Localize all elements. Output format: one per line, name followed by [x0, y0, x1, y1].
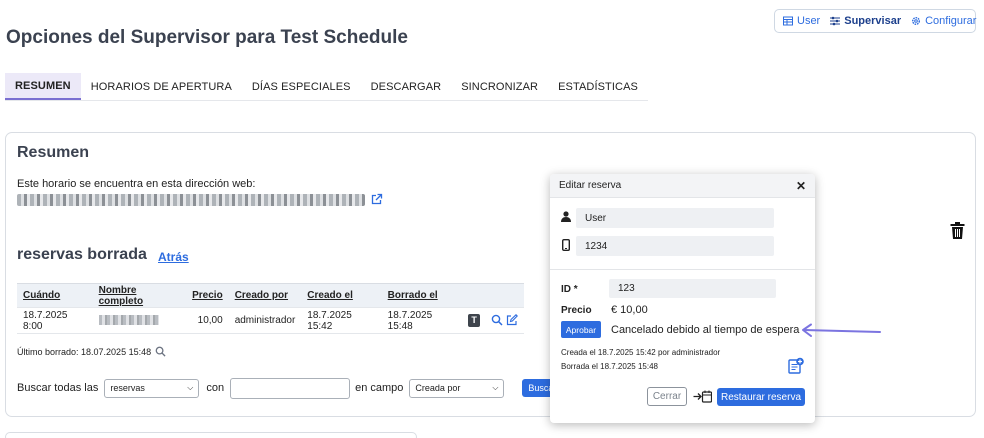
page-title: Opciones del Supervisor para Test Schedu…	[6, 27, 408, 48]
add-note-icon[interactable]	[788, 357, 804, 374]
modal-divider	[550, 269, 815, 270]
cell-price: 10,00	[186, 307, 229, 334]
edit-reservation-modal: Editar reserva ✕ User 1234 ID * 123 Prec…	[550, 174, 815, 423]
blurred-url[interactable]	[17, 194, 365, 206]
last-deleted-label: Último borrado: 18.07.2025 15:48	[17, 346, 152, 357]
nav-item-user[interactable]: User	[783, 15, 820, 27]
approve-button[interactable]: Aprobar	[561, 321, 601, 338]
modal-title: Editar reserva	[559, 180, 622, 191]
table-header-row: Cuándo Nombre completo Precio Creado por…	[17, 283, 524, 308]
search-type-value: reservas	[110, 383, 145, 393]
search-icon[interactable]	[491, 314, 503, 326]
column-header-created-by[interactable]: Creado por	[228, 283, 302, 308]
user-icon	[561, 211, 571, 222]
price-label: Precio	[561, 305, 592, 316]
column-header-full-name[interactable]: Nombre completo	[92, 283, 187, 308]
restore-reservation-button[interactable]: Restaurar reserva	[717, 388, 805, 406]
table-icon	[783, 16, 793, 26]
blurred-name	[98, 315, 159, 326]
column-header-deleted-on[interactable]: Borrado el	[381, 283, 463, 308]
close-icon[interactable]: ✕	[796, 179, 806, 193]
gear-icon	[912, 17, 921, 25]
tab-estadisticas[interactable]: ESTADÍSTICAS	[548, 73, 648, 100]
created-note: Creada el 18.7.2025 15:42 por administra…	[561, 348, 721, 357]
nav-item-label: Configurar	[925, 15, 977, 27]
move-to-calendar-icon[interactable]	[693, 390, 712, 403]
user-field[interactable]: User	[576, 208, 774, 228]
summary-title: Resumen	[17, 144, 90, 161]
id-field[interactable]: 123	[609, 279, 776, 298]
id-label: ID *	[561, 284, 578, 295]
id-value: 123	[618, 283, 635, 294]
search-field-select[interactable]: Creada por ⌵	[409, 378, 505, 398]
trash-icon[interactable]	[950, 222, 965, 239]
nav-item-label: Supervisar	[844, 15, 902, 27]
user-value: User	[585, 212, 607, 224]
sliders-icon	[830, 16, 841, 26]
cell-created-on: 18.7.2025 15:42	[301, 307, 382, 334]
chevron-down-icon: ⌵	[492, 383, 499, 392]
column-header-actions	[462, 283, 524, 308]
search-field-value: Creada por	[415, 383, 461, 393]
search-icon[interactable]	[155, 346, 166, 357]
tab-bar: RESUMEN HORARIOS DE APERTURA DÍAS ESPECI…	[5, 73, 648, 101]
cell-full-name	[92, 307, 187, 334]
deleted-reservations-title: reservas borrada	[17, 246, 147, 263]
search-type-select[interactable]: reservas ⌵	[104, 378, 200, 398]
phone-value: 1234	[585, 240, 608, 252]
tab-sincronizar[interactable]: SINCRONIZAR	[451, 73, 548, 100]
tab-descargar[interactable]: DESCARGAR	[361, 73, 452, 100]
tab-dias-especiales[interactable]: DÍAS ESPECIALES	[242, 73, 361, 100]
price-value: € 10,00	[611, 304, 648, 316]
annotation-arrow-icon	[802, 323, 881, 337]
table-row[interactable]: 18.7.2025 8:00 10,00 administrador 18.7.…	[17, 307, 524, 334]
deleted-reservations-table: Cuándo Nombre completo Precio Creado por…	[17, 283, 524, 334]
nav-item-configurar[interactable]: Configurar	[911, 15, 976, 27]
phone-field[interactable]: 1234	[576, 236, 774, 256]
cell-when: 18.7.2025 8:00	[17, 307, 93, 334]
nav-item-label: User	[797, 15, 821, 27]
phone-icon	[562, 239, 570, 251]
back-link[interactable]: Atrás	[158, 250, 189, 264]
status-text: Cancelado debido al tiempo de espera	[611, 324, 800, 336]
cell-created-by: administrador	[228, 307, 302, 334]
with-label: con	[206, 382, 225, 394]
top-nav: User Supervisar Configurar	[774, 9, 976, 33]
nav-item-supervisar[interactable]: Supervisar	[830, 15, 901, 27]
cell-deleted-on: 18.7.2025 15:48	[381, 307, 463, 334]
modal-header: Editar reserva	[550, 174, 815, 198]
search-all-label: Buscar todas las	[17, 382, 99, 394]
chevron-down-icon: ⌵	[187, 383, 194, 392]
close-button[interactable]: Cerrar	[647, 387, 687, 406]
column-header-when[interactable]: Cuándo	[17, 283, 93, 308]
column-header-created-on[interactable]: Creado el	[301, 283, 382, 308]
search-row: Buscar todas las reservas ⌵ con en campo…	[17, 377, 563, 399]
external-link-icon[interactable]	[370, 193, 383, 206]
search-text-input[interactable]	[230, 377, 351, 399]
edit-icon[interactable]	[506, 314, 518, 326]
web-address-label: Este horario se encuentra en esta direcc…	[17, 178, 256, 190]
t-badge[interactable]: T	[468, 314, 481, 327]
last-deleted-info: Último borrado: 18.07.2025 15:48	[17, 346, 166, 357]
tab-resumen[interactable]: RESUMEN	[5, 73, 81, 100]
deleted-note: Borrada el 18.7.2025 15:48	[561, 362, 658, 371]
next-card	[5, 432, 417, 438]
in-field-label: en campo	[355, 382, 404, 394]
tab-horarios-de-apertura[interactable]: HORARIOS DE APERTURA	[81, 73, 242, 100]
cell-actions: T	[462, 307, 524, 334]
column-header-price[interactable]: Precio	[186, 283, 229, 308]
summary-card	[5, 132, 976, 417]
